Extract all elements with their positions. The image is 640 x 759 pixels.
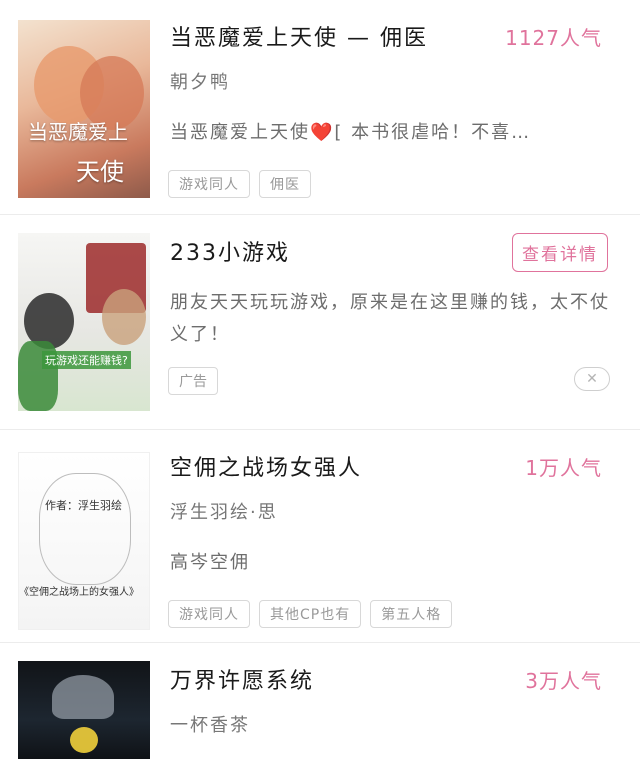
ad-title[interactable]: 233小游戏 (170, 235, 290, 267)
book-title[interactable]: 当恶魔爱上天使 — 佣医 (170, 20, 428, 52)
view-details-button[interactable]: 查看详情 (512, 233, 608, 272)
ad-label: 广告 (168, 367, 218, 395)
tag[interactable]: 游戏同人 (168, 170, 250, 198)
tag[interactable]: 其他CP也有 (259, 600, 362, 628)
book-cover-image[interactable]: 当恶魔爱上 天使 (18, 20, 150, 198)
book-author[interactable]: 浮生羽绘·思 (170, 498, 278, 524)
cover-title-text: 《空佣之战场上的女强人》 (19, 587, 139, 598)
book-cover-image[interactable]: 作者：浮生羽绘 《空佣之战场上的女强人》 (18, 452, 150, 630)
popularity-count: 1万人气 (525, 456, 602, 480)
close-icon: ✕ (586, 371, 598, 387)
cover-art-flower (70, 727, 98, 753)
cover-art-hat (52, 675, 114, 719)
cover-author-text: 作者：浮生羽绘 (45, 499, 122, 512)
ad-card[interactable]: 玩游戏还能赚钱? 233小游戏 查看详情 朋友天天玩玩游戏，原来是在这里赚的钱，… (0, 215, 640, 430)
cover-caption: 玩游戏还能赚钱? (42, 351, 131, 369)
book-card-3[interactable]: 万界许愿系统 3万人气 一杯香茶 (0, 643, 640, 759)
ad-description: 朋友天天玩玩游戏，原来是在这里赚的钱，太不仗义了！ (170, 292, 610, 345)
ad-cover-image[interactable]: 玩游戏还能赚钱? (18, 233, 150, 411)
cover-art-sketch (39, 473, 131, 585)
cover-art-person (102, 289, 146, 345)
tag-list: 游戏同人 其他CP也有 第五人格 (168, 600, 453, 628)
book-card-1[interactable]: 当恶魔爱上 天使 当恶魔爱上天使 — 佣医 1127人气 朝夕鸭 当恶魔爱上天使… (0, 0, 640, 215)
cover-title-line-1: 当恶魔爱上 (28, 120, 128, 144)
tag[interactable]: 第五人格 (370, 600, 453, 628)
tag-list: 游戏同人 佣医 (168, 170, 311, 198)
close-ad-button[interactable]: ✕ (574, 367, 610, 391)
book-description: 当恶魔爱上天使❤️[ 本书很虐哈！不喜… (170, 122, 532, 143)
book-author[interactable]: 朝夕鸭 (170, 68, 230, 94)
book-card-2[interactable]: 作者：浮生羽绘 《空佣之战场上的女强人》 空佣之战场女强人 1万人气 浮生羽绘·… (0, 430, 640, 643)
popularity-count: 3万人气 (525, 669, 602, 693)
book-title[interactable]: 空佣之战场女强人 (170, 450, 362, 482)
popularity-count: 1127人气 (505, 26, 602, 50)
book-title[interactable]: 万界许愿系统 (170, 663, 314, 695)
book-description: 高岑空佣 (170, 552, 250, 573)
book-author[interactable]: 一杯香茶 (170, 711, 250, 737)
cover-title-line-2: 天使 (76, 158, 124, 186)
book-cover-image[interactable] (18, 661, 150, 759)
tag[interactable]: 佣医 (259, 170, 311, 198)
tag[interactable]: 游戏同人 (168, 600, 250, 628)
